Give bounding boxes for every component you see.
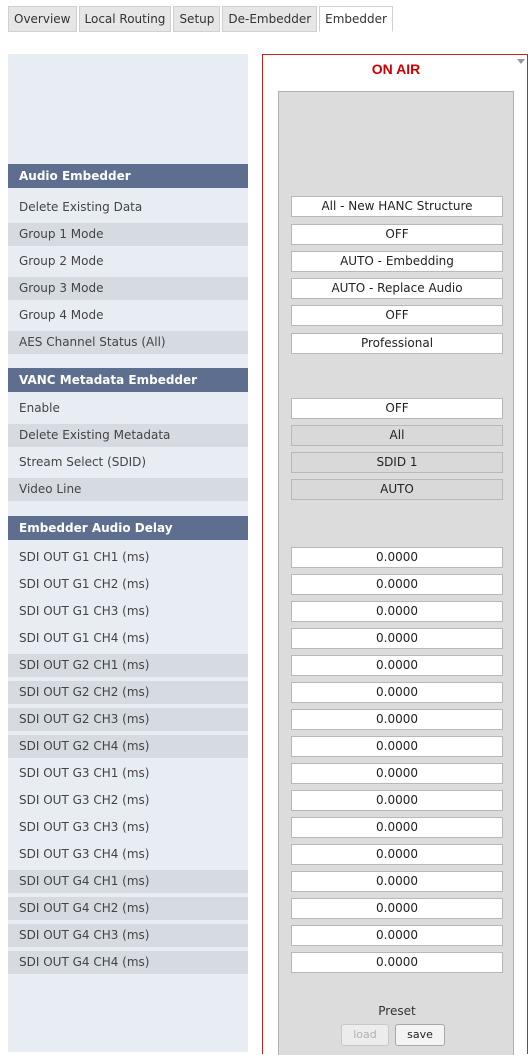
section-header-audio-delay: Embedder Audio Delay bbox=[8, 516, 248, 540]
delay-g4-ch1-input[interactable]: 0.0000 bbox=[291, 871, 503, 892]
delay-g3-ch2-input[interactable]: 0.0000 bbox=[291, 790, 503, 811]
vanc-enable-select[interactable]: OFF bbox=[291, 398, 503, 419]
stream-select-field: SDID 1 bbox=[291, 452, 503, 473]
tab-de-embedder[interactable]: De-Embedder bbox=[222, 6, 318, 32]
label-g2-ch1: SDI OUT G2 CH1 (ms) bbox=[8, 654, 248, 677]
label-g4-ch2: SDI OUT G4 CH2 (ms) bbox=[8, 897, 248, 920]
label-g4-ch4: SDI OUT G4 CH4 (ms) bbox=[8, 951, 248, 974]
group-2-mode-select[interactable]: AUTO - Embedding bbox=[291, 251, 503, 272]
label-column: Audio Embedder Delete Existing Data Grou… bbox=[8, 54, 248, 1052]
delay-g1-ch1-input[interactable]: 0.0000 bbox=[291, 547, 503, 568]
delay-g2-ch4-input[interactable]: 0.0000 bbox=[291, 736, 503, 757]
label-g2-ch2: SDI OUT G2 CH2 (ms) bbox=[8, 681, 248, 704]
label-g4-ch1: SDI OUT G4 CH1 (ms) bbox=[8, 870, 248, 893]
tab-embedder[interactable]: Embedder bbox=[319, 6, 393, 32]
save-button[interactable]: save bbox=[395, 1024, 445, 1046]
preset-label: Preset bbox=[378, 1004, 416, 1018]
delay-g4-ch3-input[interactable]: 0.0000 bbox=[291, 925, 503, 946]
panel-menu-arrow-icon[interactable] bbox=[517, 59, 525, 64]
delete-existing-metadata-field: All bbox=[291, 425, 503, 446]
label-g2-ch3: SDI OUT G2 CH3 (ms) bbox=[8, 708, 248, 731]
label-aes-channel-status: AES Channel Status (All) bbox=[8, 331, 248, 354]
group-1-mode-select[interactable]: OFF bbox=[291, 224, 503, 245]
control-area: All - New HANC Structure OFF AUTO - Embe… bbox=[278, 91, 514, 1055]
delay-g2-ch3-input[interactable]: 0.0000 bbox=[291, 709, 503, 730]
label-g3-ch1: SDI OUT G3 CH1 (ms) bbox=[8, 762, 248, 785]
label-g2-ch4: SDI OUT G2 CH4 (ms) bbox=[8, 735, 248, 758]
tab-setup[interactable]: Setup bbox=[173, 6, 221, 32]
aes-channel-status-select[interactable]: Professional bbox=[291, 333, 503, 354]
delay-g3-ch4-input[interactable]: 0.0000 bbox=[291, 844, 503, 865]
embedder-panel: ON AIR All - New HANC Structure OFF AUTO… bbox=[262, 54, 528, 1055]
delay-g3-ch3-input[interactable]: 0.0000 bbox=[291, 817, 503, 838]
label-group-1-mode: Group 1 Mode bbox=[8, 223, 248, 246]
on-air-status: ON AIR bbox=[371, 61, 421, 77]
label-enable: Enable bbox=[8, 397, 248, 420]
label-group-3-mode: Group 3 Mode bbox=[8, 277, 248, 300]
delay-g1-ch3-input[interactable]: 0.0000 bbox=[291, 601, 503, 622]
label-g1-ch4: SDI OUT G1 CH4 (ms) bbox=[8, 627, 248, 650]
group-3-mode-select[interactable]: AUTO - Replace Audio bbox=[291, 278, 503, 299]
label-stream-select: Stream Select (SDID) bbox=[8, 451, 248, 474]
delay-g3-ch1-input[interactable]: 0.0000 bbox=[291, 763, 503, 784]
delay-g2-ch1-input[interactable]: 0.0000 bbox=[291, 655, 503, 676]
section-header-vanc: VANC Metadata Embedder bbox=[8, 368, 248, 392]
label-group-4-mode: Group 4 Mode bbox=[8, 304, 248, 327]
label-g1-ch3: SDI OUT G1 CH3 (ms) bbox=[8, 600, 248, 623]
delay-g1-ch2-input[interactable]: 0.0000 bbox=[291, 574, 503, 595]
label-group-2-mode: Group 2 Mode bbox=[8, 250, 248, 273]
label-g4-ch3: SDI OUT G4 CH3 (ms) bbox=[8, 924, 248, 947]
delete-existing-data-select[interactable]: All - New HANC Structure bbox=[291, 196, 503, 217]
label-g1-ch1: SDI OUT G1 CH1 (ms) bbox=[8, 546, 248, 569]
delay-g4-ch4-input[interactable]: 0.0000 bbox=[291, 952, 503, 973]
section-header-audio-embedder: Audio Embedder bbox=[8, 164, 248, 188]
video-line-field: AUTO bbox=[291, 479, 503, 500]
label-delete-existing-data: Delete Existing Data bbox=[8, 196, 248, 219]
tab-local-routing[interactable]: Local Routing bbox=[78, 6, 172, 32]
label-g3-ch4: SDI OUT G3 CH4 (ms) bbox=[8, 843, 248, 866]
delay-g4-ch2-input[interactable]: 0.0000 bbox=[291, 898, 503, 919]
label-g3-ch2: SDI OUT G3 CH2 (ms) bbox=[8, 789, 248, 812]
tab-bar: Overview Local Routing Setup De-Embedder… bbox=[8, 6, 393, 32]
delay-g1-ch4-input[interactable]: 0.0000 bbox=[291, 628, 503, 649]
label-g3-ch3: SDI OUT G3 CH3 (ms) bbox=[8, 816, 248, 839]
label-video-line: Video Line bbox=[8, 478, 248, 501]
group-4-mode-select[interactable]: OFF bbox=[291, 305, 503, 326]
label-g1-ch2: SDI OUT G1 CH2 (ms) bbox=[8, 573, 248, 596]
label-delete-existing-metadata: Delete Existing Metadata bbox=[8, 424, 248, 447]
load-button[interactable]: load bbox=[341, 1024, 389, 1046]
tab-overview[interactable]: Overview bbox=[8, 6, 77, 32]
delay-g2-ch2-input[interactable]: 0.0000 bbox=[291, 682, 503, 703]
